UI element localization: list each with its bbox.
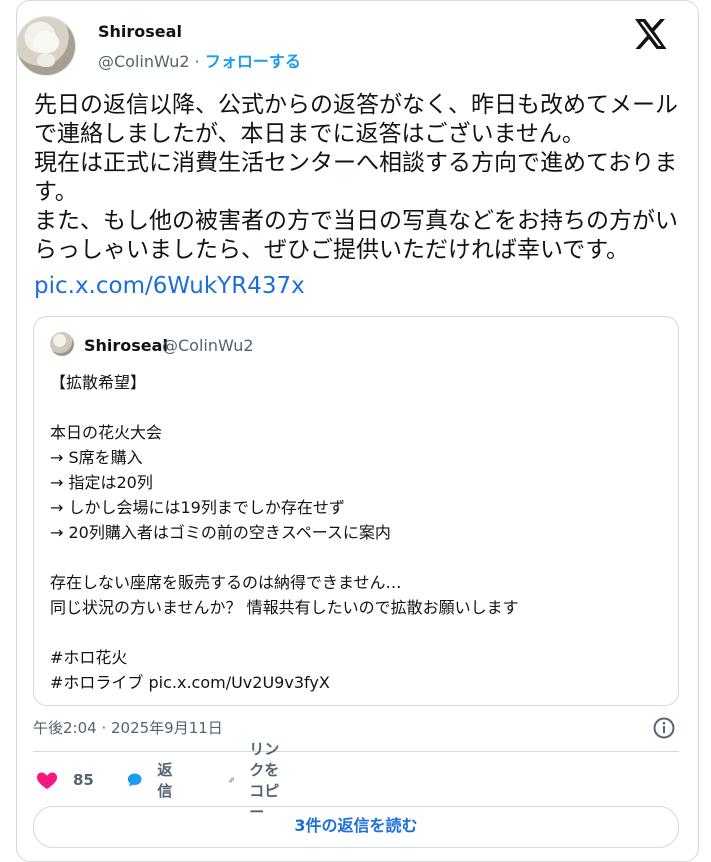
follow-button[interactable]: フォローする [205, 52, 301, 71]
quote-author-handle: @ColinWu2 [162, 336, 254, 355]
tweet-timestamp[interactable]: 午後2:04 · 2025年9月11日 [33, 717, 223, 738]
speech-bubble-icon [127, 773, 142, 787]
quote-author-avatar [50, 332, 74, 356]
info-icon[interactable] [652, 716, 676, 740]
link-icon [229, 777, 234, 783]
separator: · [194, 52, 200, 71]
divider [33, 751, 679, 752]
copy-link-button[interactable]: リンクをコピー [228, 740, 281, 821]
like-button[interactable]: 85 [35, 762, 94, 798]
author-name[interactable]: Shiroseal [98, 22, 182, 41]
quoted-tweet[interactable]: Shiroseal @ColinWu2 【拡散希望】 本日の花火大会 → S席を… [33, 316, 679, 706]
quote-author-name: Shiroseal [84, 336, 168, 355]
author-avatar[interactable] [16, 16, 76, 76]
author-handle-row: @ColinWu2 · フォローする [98, 48, 301, 72]
reply-button[interactable]: 返信 [126, 761, 179, 800]
reply-label: 返信 [157, 761, 173, 800]
quote-text: 【拡散希望】 本日の花火大会 → S席を購入 → 指定は20列 → しかし会場に… [50, 373, 519, 692]
tweet-media-link[interactable]: pic.x.com/6WukYR437x [34, 273, 305, 299]
tweet-text: 先日の返信以降、公式からの返答がなく、昨日も改めてメールで連絡しましたが、本日ま… [34, 92, 678, 263]
read-replies-button[interactable]: 3件の返信を読む [33, 806, 679, 848]
heart-icon [36, 772, 58, 789]
like-count: 85 [73, 771, 94, 789]
tweet-header: Shiroseal @ColinWu2 · フォローする [16, 16, 668, 76]
x-logo-icon[interactable] [632, 16, 668, 52]
author-handle[interactable]: @ColinWu2 [98, 52, 190, 71]
